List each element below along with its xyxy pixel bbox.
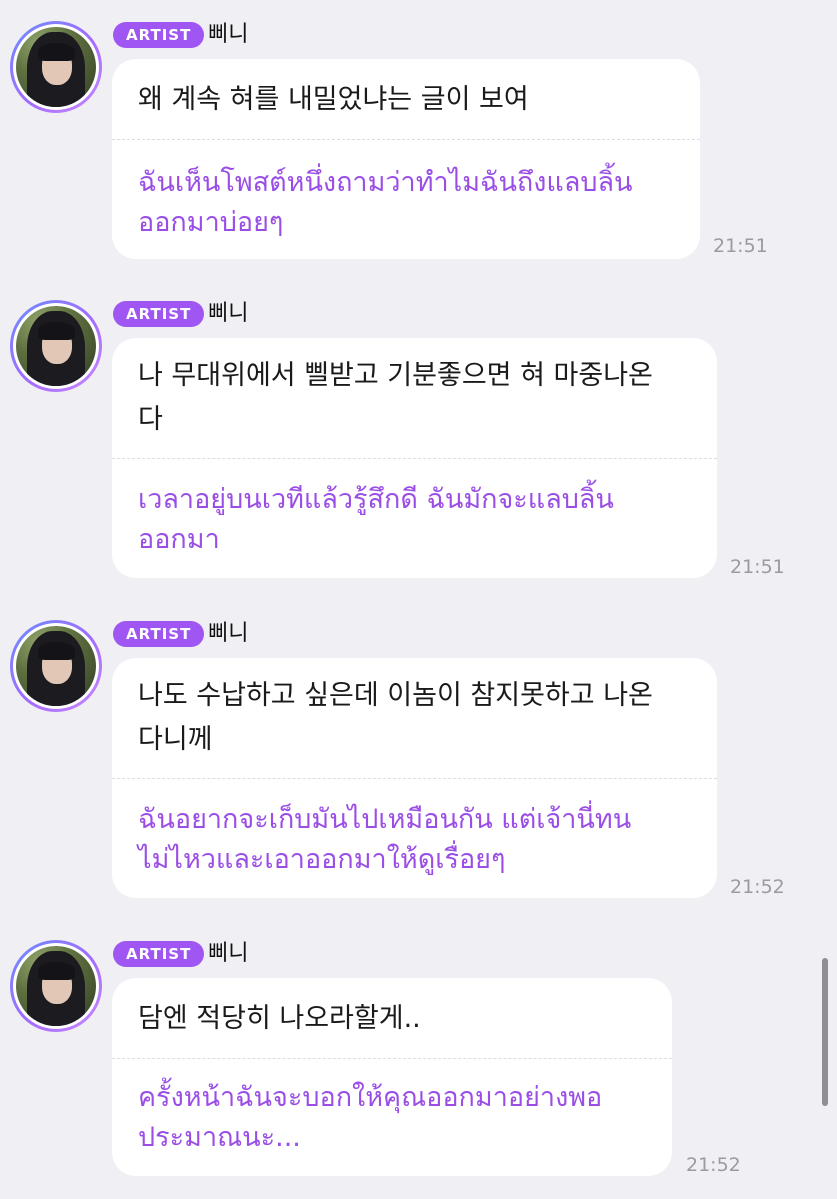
message-text-korean: 나도 수납하고 싶은데 이놈이 참지못하고 나온 다니께 (138, 680, 653, 755)
message-time: 21:52 (730, 876, 785, 898)
sender-name: 삐니 (208, 22, 249, 47)
message-bubble[interactable]: 왜 계속 혀를 내밀었냐는 글이 보여 ฉันเห็นโพสต์หนึ่งถาม… (112, 59, 700, 259)
translation-divider (112, 139, 700, 140)
message-bubble[interactable]: 나 무대위에서 삘받고 기분좋으면 혀 마중나온 다 เวลาอยู่บนเวท… (112, 338, 717, 578)
message-text-thai: ครั้งหน้าฉันจะบอกให้คุณออกมาอย่างพอ ประม… (138, 1082, 603, 1153)
artist-badge: ARTIST (113, 621, 205, 647)
scrollbar[interactable] (822, 958, 828, 1106)
translation-divider (112, 458, 717, 459)
message-text-thai: เวลาอยู่บนเวทีแล้วรู้สึกดี ฉันมักจะแลบลิ… (138, 484, 614, 555)
sender-name: 삐니 (208, 621, 249, 646)
avatar[interactable] (10, 300, 102, 392)
message-text-korean: 나 무대위에서 삘받고 기분좋으면 혀 마중나온 다 (138, 360, 653, 435)
artist-badge: ARTIST (113, 301, 205, 327)
translation-divider (112, 1058, 672, 1059)
message-time: 21:51 (713, 235, 768, 257)
artist-badge: ARTIST (113, 941, 205, 967)
avatar[interactable] (10, 21, 102, 113)
sender-name: 삐니 (208, 301, 249, 326)
message-time: 21:52 (686, 1154, 741, 1176)
sender-name: 삐니 (208, 941, 249, 966)
message-text-korean: 담엔 적당히 나오라할게.. (138, 1003, 421, 1034)
avatar[interactable] (10, 940, 102, 1032)
message-text-thai: ฉันเห็นโพสต์หนึ่งถามว่าทำไมฉันถึงแลบลิ้น… (138, 167, 633, 238)
message-text-thai: ฉันอยากจะเก็บมันไปเหมือนกัน แต่เจ้านี่ทน… (138, 804, 632, 875)
message-text-korean: 왜 계속 혀를 내밀었냐는 글이 보여 (138, 84, 529, 115)
message-bubble[interactable]: 담엔 적당히 나오라할게.. ครั้งหน้าฉันจะบอกให้คุณออ… (112, 978, 672, 1176)
message-time: 21:51 (730, 556, 785, 578)
artist-badge: ARTIST (113, 22, 205, 48)
message-bubble[interactable]: 나도 수납하고 싶은데 이놈이 참지못하고 나온 다니께 ฉันอยากจะเก… (112, 658, 717, 898)
translation-divider (112, 778, 717, 779)
avatar[interactable] (10, 620, 102, 712)
